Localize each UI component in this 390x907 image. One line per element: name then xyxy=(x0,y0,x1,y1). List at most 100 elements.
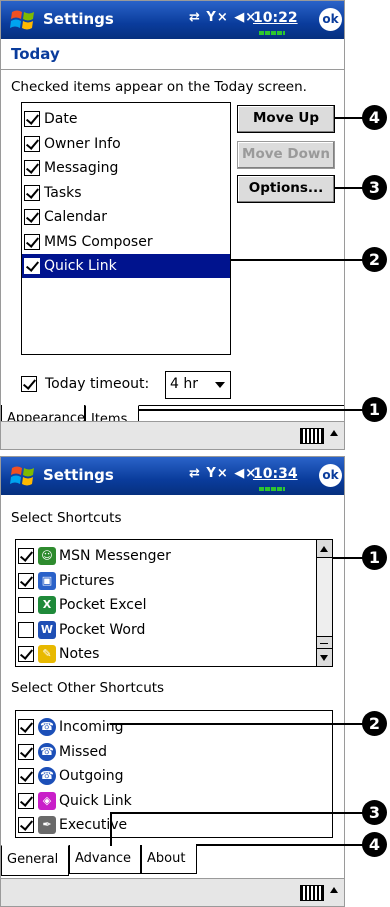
tab-advance[interactable]: Advance xyxy=(69,845,141,874)
callout-1b: 1 xyxy=(362,545,387,570)
item-label: Pictures xyxy=(59,572,115,589)
scroll-down-icon[interactable] xyxy=(317,648,332,666)
settings-today-screen: Settings ⇄ Y× ◀× 10:22 ok Today Checked … xyxy=(0,0,345,450)
ok-button[interactable]: ok xyxy=(319,464,342,487)
item-checkbox[interactable] xyxy=(24,184,40,201)
today-items-list[interactable]: Date Owner Info Messaging Tasks Calendar MMS … xyxy=(21,102,231,355)
callout-line-1b xyxy=(332,557,364,559)
list-item[interactable]: ☺ MSN Messenger xyxy=(18,544,171,568)
tab-general[interactable]: General xyxy=(1,845,69,876)
list-item[interactable]: X Pocket Excel xyxy=(18,593,146,617)
title-bar: Settings ⇄ Y× ◀× 10:34 ok xyxy=(1,457,344,495)
list-item[interactable]: ☎ Outgoing xyxy=(18,764,123,788)
page-title: Today xyxy=(11,45,60,63)
item-checkbox[interactable] xyxy=(24,233,40,250)
list-item[interactable]: ☎ Incoming xyxy=(18,715,124,739)
select-shortcuts-label: Select Shortcuts xyxy=(11,510,122,526)
callout-line-3b xyxy=(110,812,364,814)
command-bar xyxy=(1,421,344,449)
scroll-up-icon[interactable] xyxy=(317,540,332,558)
input-menu-arrow-icon[interactable] xyxy=(330,887,338,893)
callout-line-1 xyxy=(138,409,364,411)
start-menu-icon[interactable] xyxy=(9,6,37,34)
callout-2: 2 xyxy=(362,247,387,272)
callout-line-3b-vert xyxy=(110,812,112,846)
item-checkbox[interactable] xyxy=(18,743,34,760)
item-label: Tasks xyxy=(44,184,82,201)
callout-3: 3 xyxy=(362,175,387,200)
other-shortcuts-list[interactable]: ☎ Incoming ☎ Missed ☎ Outgoing ◈ Quick Link ✒ Exe… xyxy=(15,710,333,838)
item-label: Outgoing xyxy=(59,768,124,784)
input-menu-arrow-icon[interactable] xyxy=(330,430,338,436)
clock[interactable]: 10:22 xyxy=(253,10,298,26)
keyboard-icon[interactable] xyxy=(300,428,324,444)
clock[interactable]: 10:34 xyxy=(253,466,298,482)
divider xyxy=(1,69,344,70)
item-checkbox[interactable] xyxy=(18,597,34,613)
item-checkbox[interactable] xyxy=(18,817,34,833)
item-checkbox[interactable] xyxy=(18,572,34,589)
quick-link-icon: ◈ xyxy=(38,791,56,810)
list-item[interactable]: Calendar xyxy=(24,205,107,229)
list-item[interactable]: MMS Composer xyxy=(24,230,153,254)
item-checkbox[interactable] xyxy=(24,258,40,274)
window-title: Settings xyxy=(43,10,114,28)
outgoing-call-icon: ☎ xyxy=(38,767,56,785)
battery-icon xyxy=(259,487,285,491)
battery-icon xyxy=(259,31,285,35)
item-checkbox[interactable] xyxy=(18,621,34,638)
item-label: MSN Messenger xyxy=(59,548,171,564)
list-item[interactable]: Owner Info xyxy=(24,132,121,156)
options-button[interactable]: Options... xyxy=(237,175,335,203)
move-up-button[interactable]: Move Up xyxy=(237,105,335,133)
list-item[interactable]: Messaging xyxy=(24,156,118,180)
list-item[interactable]: Date xyxy=(24,107,77,131)
list-item[interactable]: W Pocket Word xyxy=(18,618,145,642)
connectivity-icons[interactable]: ⇄ Y× ◀× xyxy=(189,10,257,25)
item-checkbox[interactable] xyxy=(24,160,40,176)
list-item[interactable]: ▣ Pictures xyxy=(18,569,114,593)
item-checkbox[interactable] xyxy=(18,768,34,784)
ok-button[interactable]: ok xyxy=(319,8,342,31)
item-checkbox[interactable] xyxy=(24,209,40,225)
today-timeout-row: Today timeout: xyxy=(21,372,149,396)
keyboard-icon[interactable] xyxy=(300,885,324,901)
executive-icon: ✒ xyxy=(38,816,56,834)
chevron-down-icon xyxy=(215,382,225,388)
list-item[interactable]: ◈ Quick Link xyxy=(18,789,132,813)
tab-about[interactable]: About xyxy=(141,845,197,874)
scrollbar[interactable] xyxy=(316,540,332,666)
callout-1: 1 xyxy=(362,397,387,422)
item-checkbox[interactable] xyxy=(18,792,34,809)
word-icon: W xyxy=(38,620,56,639)
callout-line-4b xyxy=(196,844,364,846)
item-label: Incoming xyxy=(59,719,124,735)
item-label: Quick Link xyxy=(59,792,132,809)
notes-icon: ✎ xyxy=(38,645,56,663)
item-label: Date xyxy=(44,111,78,127)
today-timeout-checkbox[interactable] xyxy=(21,376,37,392)
item-label: Pocket Excel xyxy=(59,597,147,613)
timeout-select[interactable]: 4 hr xyxy=(165,371,231,399)
list-item[interactable]: Tasks xyxy=(24,181,82,205)
item-checkbox[interactable] xyxy=(18,548,34,564)
callout-line-3 xyxy=(334,187,364,189)
item-checkbox[interactable] xyxy=(24,111,40,127)
connectivity-icons[interactable]: ⇄ Y× ◀× xyxy=(189,466,257,481)
command-bar xyxy=(1,878,344,906)
callout-line-2 xyxy=(230,259,364,261)
list-item[interactable]: ✎ Notes xyxy=(18,642,99,666)
list-item[interactable]: Quick Link xyxy=(22,254,230,278)
settings-shortcuts-screen: Settings ⇄ Y× ◀× 10:34 ok Select Shortcu… xyxy=(0,456,345,907)
incoming-call-icon: ☎ xyxy=(38,718,56,736)
item-checkbox[interactable] xyxy=(18,719,34,735)
pictures-icon: ▣ xyxy=(38,571,56,590)
item-checkbox[interactable] xyxy=(24,135,40,152)
item-checkbox[interactable] xyxy=(18,646,34,662)
title-bar: Settings ⇄ Y× ◀× 10:22 ok xyxy=(1,1,344,39)
list-item[interactable]: ☎ Missed xyxy=(18,740,107,764)
start-menu-icon[interactable] xyxy=(9,462,37,490)
callout-4: 4 xyxy=(362,105,387,130)
shortcuts-list[interactable]: ☺ MSN Messenger ▣ Pictures X Pocket Excel W Poc… xyxy=(15,539,333,667)
msn-messenger-icon: ☺ xyxy=(38,547,56,565)
